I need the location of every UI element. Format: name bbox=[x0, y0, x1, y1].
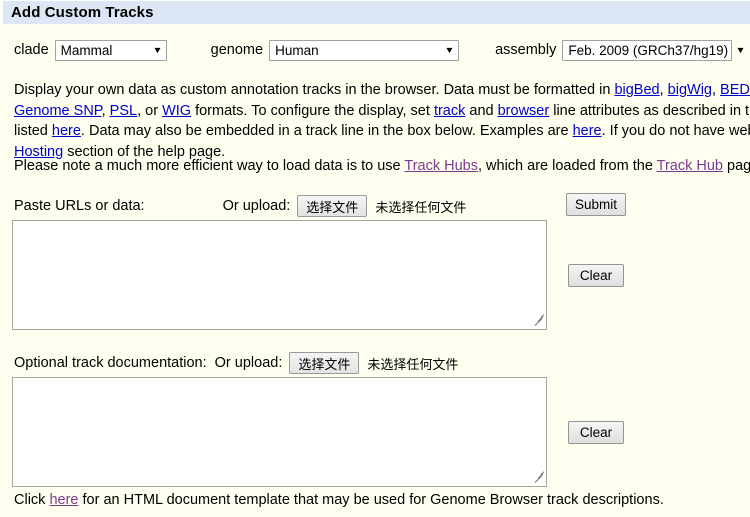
footer-note: Click here for an HTML document template… bbox=[14, 492, 664, 508]
desc-text: Display your own data as custom annotati… bbox=[14, 82, 615, 98]
upload-label-data: Or upload: bbox=[222, 198, 291, 214]
clade-select-value: Mammal bbox=[60, 42, 113, 58]
footer-text: for an HTML document template that may b… bbox=[78, 492, 664, 508]
link-here-html-template[interactable]: here bbox=[49, 492, 78, 508]
note-text: page. bbox=[727, 158, 750, 174]
clear-documentation-button[interactable]: Clear bbox=[568, 421, 624, 444]
link-browser[interactable]: browser bbox=[498, 103, 550, 119]
note-text: , which are loaded from the bbox=[477, 158, 657, 174]
file-input-doc[interactable]: 选择文件 未选择任何文件 bbox=[289, 352, 458, 374]
assembly-label: assembly bbox=[495, 42, 557, 58]
upload-label-doc: Or upload: bbox=[214, 355, 283, 371]
desc-text: and bbox=[465, 102, 498, 119]
file-input-data[interactable]: 选择文件 未选择任何文件 bbox=[297, 195, 466, 217]
assembly-select[interactable]: Feb. 2009 (GRCh37/hg19) ▼ bbox=[562, 39, 746, 61]
link-wig[interactable]: WIG bbox=[162, 103, 191, 119]
desc-text: , or bbox=[137, 102, 163, 119]
link-track[interactable]: track bbox=[434, 103, 465, 119]
submit-button[interactable]: Submit bbox=[566, 193, 626, 216]
paste-data-textarea[interactable] bbox=[13, 221, 546, 329]
paste-data-row: Paste URLs or data: Or upload: 选择文件 未选择任… bbox=[14, 195, 466, 217]
clear-data-button[interactable]: Clear bbox=[568, 264, 624, 287]
clade-select[interactable]: Mammal ▼ bbox=[54, 39, 167, 61]
link-bed[interactable]: BED bbox=[720, 82, 750, 98]
link-track-hubs[interactable]: Track Hubs bbox=[404, 158, 478, 174]
desc-text: , bbox=[101, 102, 110, 119]
desc-text: , bbox=[711, 82, 721, 98]
track-documentation-row: Optional track documentation: Or upload:… bbox=[14, 352, 458, 374]
track-documentation-textarea-wrapper[interactable] bbox=[12, 377, 547, 487]
window-title-bar: Add Custom Tracks bbox=[0, 0, 750, 24]
clade-label: clade bbox=[14, 42, 49, 58]
link-psl[interactable]: PSL bbox=[110, 103, 137, 119]
genome-selector-row: clade Mammal ▼ genome Human ▼ assembly F… bbox=[0, 38, 750, 62]
desc-text: line attributes as described in the bbox=[549, 102, 750, 119]
desc-text: . If you do not have web-accessible data… bbox=[601, 123, 750, 139]
note-text: Please note a much more efficient way to… bbox=[14, 158, 405, 174]
track-documentation-label: Optional track documentation: bbox=[14, 355, 207, 371]
paste-data-textarea-wrapper[interactable] bbox=[12, 220, 547, 330]
chevron-down-icon: ▼ bbox=[152, 44, 163, 55]
description-paragraph: Display your own data as custom annotati… bbox=[14, 80, 750, 162]
desc-text: , bbox=[659, 82, 668, 98]
page-title: Add Custom Tracks bbox=[11, 4, 154, 21]
choose-file-button-data[interactable]: 选择文件 bbox=[297, 195, 368, 217]
link-track-hub-page[interactable]: Track Hub bbox=[657, 158, 723, 174]
track-documentation-textarea[interactable] bbox=[13, 378, 546, 486]
chevron-down-icon: ▼ bbox=[444, 44, 455, 55]
link-bigbed[interactable]: bigBed bbox=[614, 82, 659, 98]
chevron-down-icon: ▼ bbox=[735, 44, 746, 55]
link-here-examples[interactable]: here bbox=[573, 123, 602, 139]
genome-select[interactable]: Human ▼ bbox=[269, 39, 460, 61]
genome-select-value: Human bbox=[275, 42, 319, 58]
link-bigwig[interactable]: bigWig bbox=[668, 82, 712, 98]
genome-label: genome bbox=[210, 42, 264, 58]
file-status-data: 未选择任何文件 bbox=[375, 199, 467, 215]
footer-text: Click bbox=[14, 492, 50, 508]
choose-file-button-doc[interactable]: 选择文件 bbox=[289, 352, 360, 374]
desc-text: . Data may also be embedded in a track l… bbox=[80, 123, 573, 139]
paste-data-label: Paste URLs or data: bbox=[14, 198, 145, 214]
file-status-doc: 未选择任何文件 bbox=[367, 356, 459, 372]
desc-text: formats. To configure the display, set bbox=[191, 102, 434, 119]
assembly-select-value: Feb. 2009 (GRCh37/hg19) bbox=[568, 42, 729, 58]
page-root: Add Custom Tracks clade Mammal ▼ genome … bbox=[0, 0, 750, 517]
track-hubs-note: Please note a much more efficient way to… bbox=[14, 156, 750, 177]
link-here-public-tracks[interactable]: here bbox=[52, 123, 81, 139]
